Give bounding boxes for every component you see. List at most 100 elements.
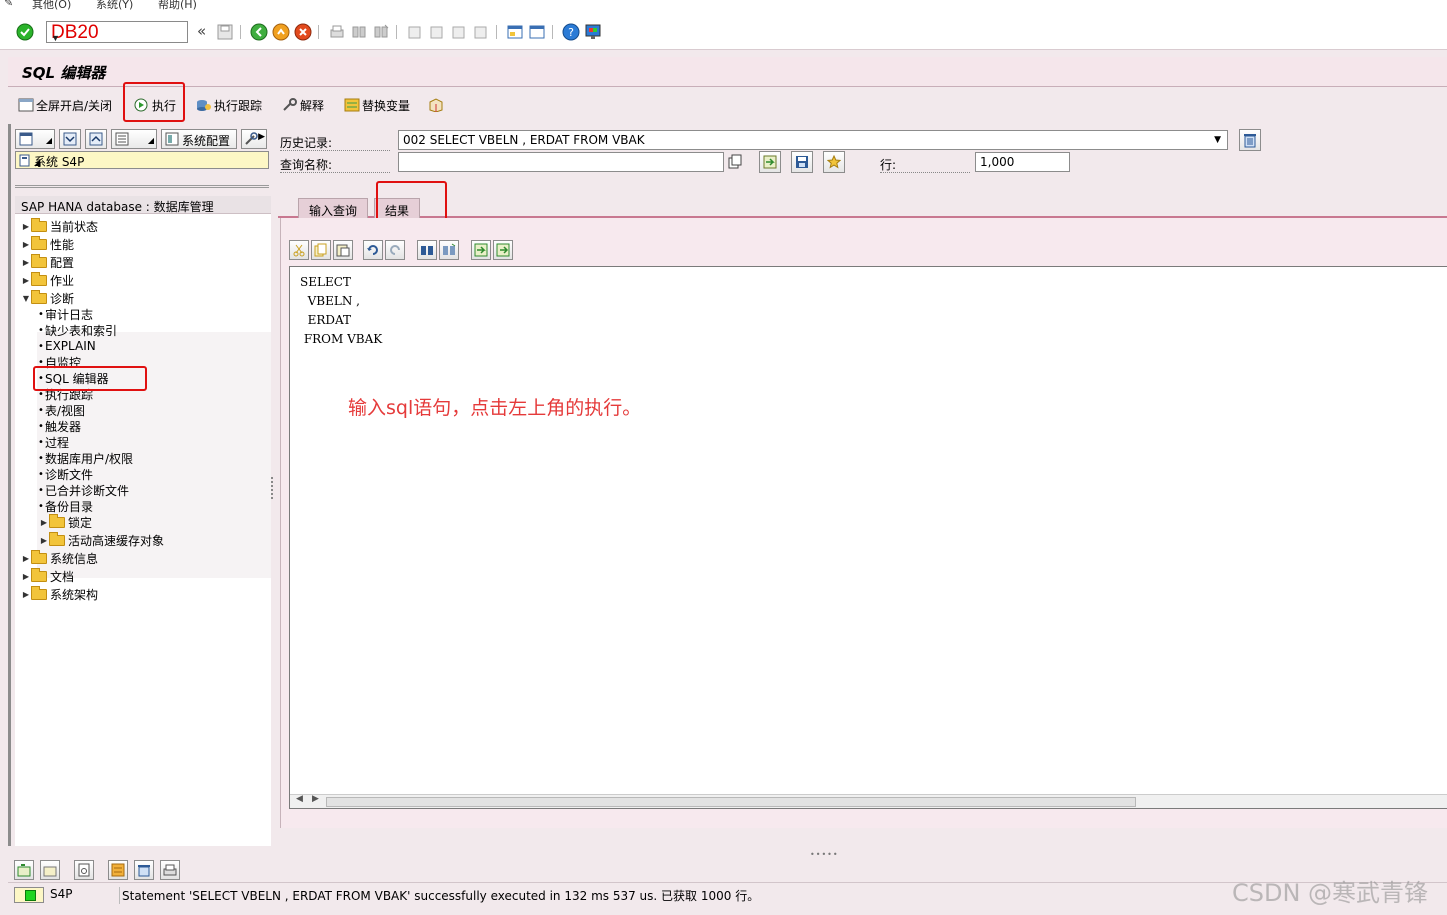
command-field[interactable]: DB20 ▼: [46, 21, 188, 43]
tree-folder-node[interactable]: ▶ 系统信息: [21, 549, 98, 566]
tree-folder-node[interactable]: ▶ 配置: [21, 253, 74, 270]
tree-leaf-node[interactable]: • 备份目录: [37, 498, 93, 514]
collapse-button[interactable]: [85, 129, 107, 149]
fullscreen-toggle-button[interactable]: 全屏开启/关闭: [18, 96, 112, 114]
system-selector[interactable]: 系统 S4P ◢: [15, 151, 269, 169]
copy-icon[interactable]: [728, 154, 742, 170]
collapsed-arrow-icon[interactable]: ▶: [21, 572, 31, 581]
save-icon[interactable]: [216, 23, 234, 41]
horizontal-scrollbar[interactable]: ◀ ▶: [290, 794, 1447, 808]
find-text-button[interactable]: [417, 240, 437, 260]
download-icon: [496, 243, 510, 257]
rows-input[interactable]: 1,000: [975, 152, 1070, 172]
tree-leaf-node[interactable]: • 诊断文件: [37, 466, 93, 482]
customize-layout-icon[interactable]: [584, 23, 602, 41]
tree-leaf-node[interactable]: • 审计日志: [37, 306, 93, 322]
menu-help[interactable]: 帮助(H): [158, 0, 197, 12]
tab-input-query[interactable]: 输入查询: [298, 198, 369, 218]
shortcut-icon[interactable]: [528, 23, 546, 41]
details-button[interactable]: [74, 860, 94, 880]
collapsed-arrow-icon[interactable]: ▶: [21, 590, 31, 599]
last-page-icon[interactable]: [472, 23, 490, 41]
tree-leaf-node[interactable]: • 过程: [37, 434, 69, 450]
next-page-icon[interactable]: [450, 23, 468, 41]
save-query-button[interactable]: [791, 151, 813, 173]
expand-button[interactable]: [59, 129, 81, 149]
collapsed-arrow-icon[interactable]: ▶: [21, 276, 31, 285]
print-list-button[interactable]: [160, 860, 180, 880]
scroll-right-icon[interactable]: ▶: [312, 794, 319, 804]
sql-text-editor[interactable]: SELECT VBELN , ERDAT FROM VBAK 输入sql语句，点…: [289, 266, 1447, 809]
tree-leaf-node[interactable]: • 触发器: [37, 418, 81, 434]
layout-button[interactable]: ◢: [15, 129, 55, 149]
tools-button[interactable]: ▶: [241, 129, 267, 149]
find-icon[interactable]: [350, 23, 368, 41]
tree-folder-node[interactable]: ▶ 锁定: [39, 513, 92, 530]
enter-check-icon[interactable]: [16, 23, 34, 41]
edit-menu-icon[interactable]: ✎: [4, 0, 13, 9]
collapsed-arrow-icon[interactable]: ▶: [21, 258, 31, 267]
status-message[interactable]: Statement 'SELECT VBELN , ERDAT FROM VBA…: [119, 887, 759, 904]
collapsed-arrow-icon[interactable]: ▶: [21, 222, 31, 231]
execution-trace-button[interactable]: 执行跟踪: [196, 96, 262, 114]
package-button[interactable]: [428, 96, 444, 114]
print-icon[interactable]: [328, 23, 346, 41]
tree-folder-node[interactable]: ▶ 文档: [21, 567, 74, 584]
system-config-button[interactable]: 系统配置: [161, 129, 237, 149]
tree-leaf-node[interactable]: • 已合并诊断文件: [37, 482, 129, 498]
copy-button[interactable]: [311, 240, 331, 260]
tree-folder-node[interactable]: ▶ 作业: [21, 271, 74, 288]
expanded-arrow-icon[interactable]: ▼: [21, 294, 31, 303]
tree-folder-node[interactable]: ▶ 系统架构: [21, 585, 98, 602]
variant-button[interactable]: [108, 860, 128, 880]
tree-leaf-node[interactable]: • 缺少表和索引: [37, 322, 117, 338]
help-icon[interactable]: ?: [562, 23, 580, 41]
query-name-input[interactable]: [398, 152, 724, 172]
undo-button[interactable]: [363, 240, 383, 260]
tree-leaf-node[interactable]: • 数据库用户/权限: [37, 450, 133, 466]
collapsed-arrow-icon[interactable]: ▶: [39, 536, 49, 545]
explain-button[interactable]: 解释: [282, 96, 324, 114]
back-icon[interactable]: [250, 23, 268, 41]
load-query-button[interactable]: [759, 151, 781, 173]
find-next-icon[interactable]: [372, 23, 390, 41]
scroll-left-icon[interactable]: ◀: [296, 794, 303, 804]
tree-folder-node[interactable]: ▼ 诊断: [21, 289, 74, 306]
cancel-icon[interactable]: [294, 23, 312, 41]
collapsed-arrow-icon[interactable]: ▶: [21, 240, 31, 249]
status-success-icon: [25, 890, 36, 901]
tree-folder-node[interactable]: ▶ 性能: [21, 235, 74, 252]
tree-leaf-node[interactable]: • 表/视图: [37, 402, 85, 418]
history-dropdown-icon[interactable]: ▼: [1214, 131, 1221, 149]
find-next-text-button[interactable]: [439, 240, 459, 260]
previous-page-icon[interactable]: [428, 23, 446, 41]
delete-button[interactable]: [134, 860, 154, 880]
tree-folder-node[interactable]: ▶ 当前状态: [21, 217, 98, 234]
download-button[interactable]: [493, 240, 513, 260]
delete-history-button[interactable]: [1239, 129, 1261, 151]
paste-button[interactable]: [333, 240, 353, 260]
tree-folder-node[interactable]: ▶ 活动高速缓存对象: [39, 531, 164, 548]
trash-icon: [1244, 134, 1256, 148]
open-folder-button[interactable]: [40, 860, 60, 880]
menu-system[interactable]: 系统(Y): [96, 0, 133, 12]
replace-variables-button[interactable]: 替换变量: [344, 96, 410, 114]
favorite-button[interactable]: [823, 151, 845, 173]
redo-button[interactable]: [385, 240, 405, 260]
command-dropdown-icon[interactable]: ▼: [51, 28, 183, 48]
new-session-icon[interactable]: [506, 23, 524, 41]
collapsed-arrow-icon[interactable]: ▶: [39, 518, 49, 527]
cut-button[interactable]: [289, 240, 309, 260]
menu-other[interactable]: 其他(O): [32, 0, 71, 12]
tree-leaf-node[interactable]: • EXPLAIN: [37, 338, 96, 354]
filter-button[interactable]: ◢: [111, 129, 157, 149]
new-folder-button[interactable]: [14, 860, 34, 880]
collapse-icon[interactable]: «: [197, 22, 206, 40]
first-page-icon[interactable]: [406, 23, 424, 41]
collapsed-arrow-icon[interactable]: ▶: [21, 554, 31, 563]
history-select[interactable]: 002 SELECT VBELN , ERDAT FROM VBAK ▼: [398, 130, 1228, 150]
scrollbar-thumb[interactable]: [326, 797, 1136, 807]
exit-icon[interactable]: [272, 23, 290, 41]
upload-button[interactable]: [471, 240, 491, 260]
vertical-splitter[interactable]: [270, 475, 274, 505]
